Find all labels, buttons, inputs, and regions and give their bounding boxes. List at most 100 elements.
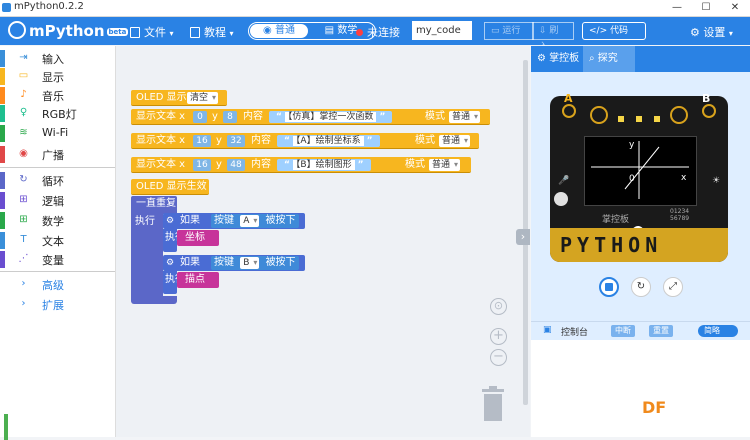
tab-label: 掌控板 xyxy=(549,53,580,64)
category-wifi[interactable]: ≋ Wi-Fi xyxy=(0,125,115,142)
zoom-out-icon[interactable]: − xyxy=(490,349,507,366)
mode-dropdown[interactable]: 普通 xyxy=(449,111,481,123)
y-value-field[interactable]: 8 xyxy=(223,111,237,123)
flash-button[interactable]: ⇩ 刷入 xyxy=(532,22,574,52)
board-code: 56789 xyxy=(670,215,690,222)
touch-pad-b[interactable] xyxy=(702,104,716,118)
reset-button[interactable]: 重置 xyxy=(649,325,673,337)
block-show-text-2[interactable]: 显示文本 x 16 y 32 内容 “【A】绘制坐标系” 模式 普通 xyxy=(131,133,479,149)
mode-normal-button[interactable]: ◉ 普通 xyxy=(250,24,308,38)
console-output[interactable] xyxy=(531,340,750,437)
trash-icon[interactable] xyxy=(480,385,506,423)
board-button-left[interactable] xyxy=(554,192,568,206)
text-value-field[interactable]: 【A】绘制坐标系 xyxy=(292,136,364,146)
wifi-icon: ≋ xyxy=(19,127,28,138)
button-pressed-block[interactable]: 按键 A 被按下 xyxy=(211,214,299,228)
category-input[interactable]: ⇥ 输入 xyxy=(0,50,115,67)
y-value-field[interactable]: 48 xyxy=(227,159,245,171)
block-oled-clear[interactable]: OLED 显示 清空 xyxy=(131,90,227,106)
collapse-panel-button[interactable]: › xyxy=(516,229,530,245)
file-label: 文件 xyxy=(144,26,166,39)
category-swatch xyxy=(0,251,5,268)
y-value-field[interactable]: 32 xyxy=(227,135,245,147)
code-button[interactable]: </> 代码 xyxy=(582,22,646,40)
category-extensions[interactable]: › 扩展 xyxy=(0,296,115,313)
touch-pad[interactable] xyxy=(590,106,608,124)
stop-button[interactable] xyxy=(599,277,619,297)
run-button[interactable]: ▭ 运行 xyxy=(484,22,534,40)
x-value-field[interactable]: 16 xyxy=(193,159,211,171)
simple-mode-toggle[interactable]: 简略 xyxy=(698,325,738,337)
category-label: 输入 xyxy=(42,53,64,66)
button-dropdown[interactable]: B xyxy=(240,257,260,269)
block-oled-apply[interactable]: OLED 显示生效 xyxy=(131,179,209,195)
file-menu[interactable]: 文件 ▾ xyxy=(130,24,174,40)
tab-explore[interactable]: ⌕ 探究 xyxy=(583,46,635,72)
category-advanced[interactable]: › 高级 xyxy=(0,276,115,293)
screen-x-label: x xyxy=(681,173,687,183)
block-label: y xyxy=(212,111,218,122)
category-math[interactable]: ⊞ 数学 xyxy=(0,212,115,229)
button-dropdown[interactable]: A xyxy=(240,215,260,227)
connection-status[interactable]: 未连接 xyxy=(356,24,400,40)
variable-icon: ⋰ xyxy=(18,253,29,264)
quote-open: “ xyxy=(284,160,290,170)
category-label: 扩展 xyxy=(42,299,64,312)
mode-dropdown[interactable]: 普通 xyxy=(439,135,471,147)
clear-dropdown[interactable]: 清空 xyxy=(187,92,219,104)
block-show-text-3[interactable]: 显示文本 x 16 y 48 内容 “【B】绘制图形” 模式 普通 xyxy=(131,157,471,173)
button-pressed-block[interactable]: 按键 B 被按下 xyxy=(211,256,299,270)
category-loop[interactable]: ↻ 循环 xyxy=(0,172,115,189)
main-toolbar: mPythonbeta 文件 ▾ 教程 ▾ ◉ 普通 ▤ 数学 未连接 ▭ 运行… xyxy=(0,17,750,52)
block-if-end xyxy=(163,246,177,252)
category-display[interactable]: ▭ 显示 xyxy=(0,68,115,85)
settings-menu[interactable]: ⚙ 设置 ▾ xyxy=(690,24,733,40)
close-button[interactable]: ✕ xyxy=(720,0,750,16)
category-label: Wi-Fi xyxy=(42,126,69,139)
category-variable[interactable]: ⋰ 变量 xyxy=(0,251,115,268)
text-value-field[interactable]: 【仿真】掌控一次函数 xyxy=(284,112,377,122)
book-icon xyxy=(190,27,200,38)
block-if-button-a[interactable]: ⚙ 如果 按键 A 被按下 xyxy=(163,213,305,229)
mode-dropdown[interactable]: 普通 xyxy=(429,159,461,171)
fullscreen-button[interactable]: ⤢ xyxy=(663,277,683,297)
interrupt-button[interactable]: 中断 xyxy=(611,325,635,337)
maximize-button[interactable]: ☐ xyxy=(691,0,721,16)
x-value-field[interactable]: 0 xyxy=(193,111,207,123)
device-name-input[interactable] xyxy=(412,21,472,40)
category-swatch xyxy=(0,105,5,122)
category-logic[interactable]: ⊞ 逻辑 xyxy=(0,192,115,209)
toggle-label: 简略 xyxy=(704,326,720,335)
x-value-field[interactable]: 16 xyxy=(193,135,211,147)
category-swatch xyxy=(0,172,5,189)
led xyxy=(636,116,642,122)
stop-icon xyxy=(605,283,613,291)
category-music[interactable]: ♪ 音乐 xyxy=(0,87,115,104)
settings-label: 设置 xyxy=(703,26,726,39)
tab-board[interactable]: ⚙ 掌控板 xyxy=(531,46,589,72)
zoom-in-icon[interactable]: + xyxy=(490,328,507,345)
block-show-text-1[interactable]: 显示文本 x 0 y 8 内容 “【仿真】掌控一次函数” 模式 普通 xyxy=(131,109,490,125)
block-if-button-b[interactable]: ⚙ 如果 按键 B 被按下 xyxy=(163,255,305,271)
block-call-coordinate[interactable]: 坐标 xyxy=(177,230,219,246)
text-string-block[interactable]: “【A】绘制坐标系” xyxy=(277,135,380,147)
chevron-down-icon: ▾ xyxy=(169,29,174,38)
minimize-button[interactable]: — xyxy=(662,0,692,16)
text-string-block[interactable]: “【B】绘制图形” xyxy=(277,159,371,171)
category-rgb[interactable]: ♀ RGB灯 xyxy=(0,105,115,122)
text-string-block[interactable]: “【仿真】掌控一次函数” xyxy=(269,111,393,123)
block-label: 一直重复 xyxy=(136,198,176,209)
recenter-icon[interactable]: ⊙ xyxy=(490,298,507,315)
touch-pad[interactable] xyxy=(670,106,688,124)
tutorial-menu[interactable]: 教程 ▾ xyxy=(190,24,234,40)
block-call-plot[interactable]: 描点 xyxy=(177,272,219,288)
block-workspace[interactable]: OLED 显示 清空 显示文本 x 0 y 8 内容 “【仿真】掌控一次函数” … xyxy=(116,46,530,437)
block-label: 显示文本 x xyxy=(136,159,186,170)
category-broadcast[interactable]: ◉ 广播 xyxy=(0,146,115,163)
input-icon: ⇥ xyxy=(19,52,28,63)
text-value-field[interactable]: 【B】绘制图形 xyxy=(292,160,355,170)
category-label: 循环 xyxy=(42,175,64,188)
restart-button[interactable]: ↻ xyxy=(631,277,651,297)
touch-pad-a[interactable] xyxy=(562,104,576,118)
category-text[interactable]: T 文本 xyxy=(0,232,115,249)
